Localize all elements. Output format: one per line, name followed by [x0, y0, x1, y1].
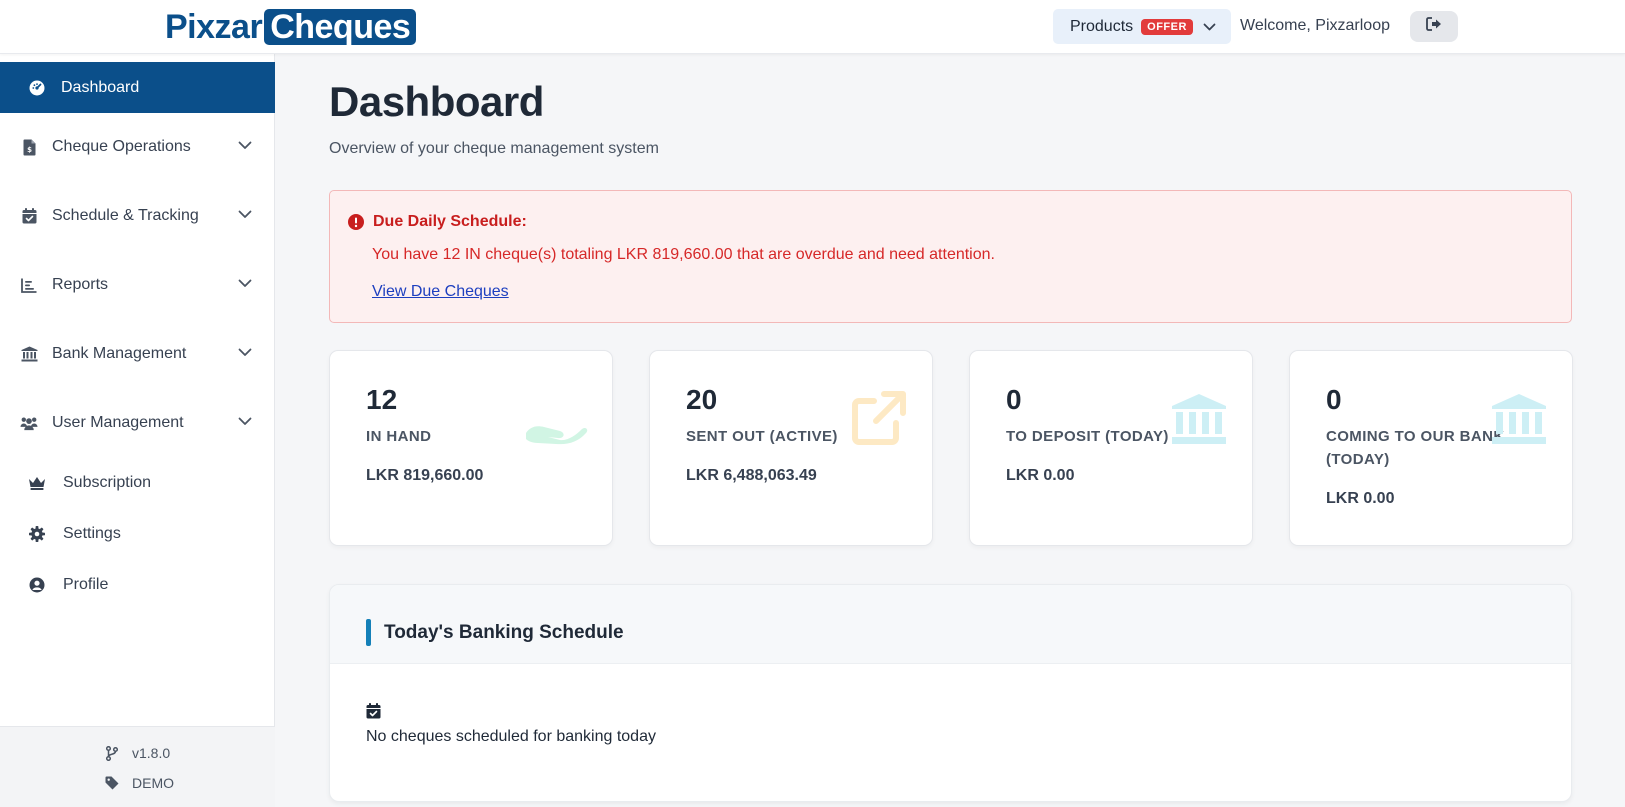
stat-card-in-hand[interactable]: 12 IN HAND LKR 819,660.00	[329, 350, 613, 546]
sidebar-item-label: Reports	[52, 276, 109, 293]
stat-count: 0	[1006, 384, 1022, 415]
version-label: v1.8.0	[132, 745, 171, 761]
chevron-down-icon	[238, 279, 252, 288]
alert-message: You have 12 IN cheque(s) totaling LKR 81…	[372, 246, 995, 263]
code-branch-icon	[105, 745, 119, 761]
sidebar-item-label: Bank Management	[52, 345, 187, 362]
stat-amount: LKR 819,660.00	[366, 467, 484, 484]
alert-title: Due Daily Schedule:	[373, 213, 527, 230]
sidebar-item-label: Schedule & Tracking	[52, 207, 199, 224]
schedule-empty-message: No cheques scheduled for banking today	[366, 728, 656, 745]
calendar-check-icon	[20, 208, 38, 224]
chevron-down-icon	[238, 210, 252, 219]
sidebar-item-user-management[interactable]: User Management	[0, 403, 275, 443]
page-title: Dashboard	[329, 78, 544, 125]
stat-card-coming-to-bank[interactable]: 0 COMING TO OUR BANK (TODAY) LKR 0.00	[1289, 350, 1573, 546]
stat-card-sent-out[interactable]: 20 SENT OUT (ACTIVE) LKR 6,488,063.49	[649, 350, 933, 546]
offer-badge: OFFER	[1141, 18, 1193, 35]
gear-icon	[28, 526, 46, 542]
welcome-text: Welcome, Pixzarloop	[1240, 17, 1390, 34]
due-schedule-alert: Due Daily Schedule: You have 12 IN chequ…	[329, 190, 1572, 323]
sidebar-item-label: Profile	[63, 576, 109, 593]
view-due-cheques-link[interactable]: View Due Cheques	[372, 283, 509, 301]
sidebar-item-schedule-tracking[interactable]: Schedule & Tracking	[0, 196, 275, 236]
crown-icon	[28, 476, 46, 490]
gauge-icon	[29, 80, 45, 96]
sidebar: Dashboard $ Cheque Operations Schedule &…	[0, 54, 275, 807]
sidebar-item-subscription[interactable]: Subscription	[0, 465, 275, 501]
svg-text:$: $	[27, 146, 32, 154]
chevron-down-icon	[238, 141, 252, 150]
users-icon	[20, 416, 38, 431]
stat-count: 12	[366, 384, 398, 415]
sidebar-item-reports[interactable]: Reports	[0, 265, 275, 305]
stat-amount: LKR 0.00	[1006, 467, 1075, 484]
sidebar-item-label: Settings	[63, 525, 121, 542]
sign-out-icon	[1426, 17, 1442, 36]
logout-button[interactable]	[1410, 11, 1458, 42]
bank-icon	[20, 346, 38, 362]
demo-info: DEMO	[105, 775, 174, 791]
sidebar-item-bank-management[interactable]: Bank Management	[0, 334, 275, 374]
chevron-down-icon	[1203, 23, 1216, 31]
demo-label: DEMO	[132, 775, 174, 791]
calendar-check-icon	[366, 703, 381, 719]
sidebar-item-label: Cheque Operations	[52, 138, 191, 155]
chevron-down-icon	[238, 348, 252, 357]
products-dropdown[interactable]: Products OFFER	[1053, 9, 1231, 44]
alert-heading: Due Daily Schedule:	[348, 213, 527, 231]
sidebar-item-label: User Management	[52, 414, 184, 431]
file-invoice-icon: $	[20, 139, 38, 156]
schedule-accent-bar	[366, 619, 371, 646]
stat-amount: LKR 0.00	[1326, 490, 1395, 507]
sidebar-item-profile[interactable]: Profile	[0, 567, 275, 603]
bank-icon	[1491, 393, 1547, 445]
sidebar-item-cheque-operations[interactable]: $ Cheque Operations	[0, 127, 275, 167]
chevron-down-icon	[238, 417, 252, 426]
stat-count: 20	[686, 384, 718, 415]
stat-card-to-deposit[interactable]: 0 TO DEPOSIT (TODAY) LKR 0.00	[969, 350, 1253, 546]
hand-holding-icon	[526, 421, 588, 445]
tag-icon	[105, 776, 119, 790]
products-label: Products	[1070, 17, 1134, 35]
banking-schedule-panel: Today's Banking Schedule No cheques sche…	[329, 584, 1572, 802]
bank-icon	[1171, 393, 1227, 445]
logo-text-cheques: Cheques	[264, 9, 417, 45]
sidebar-item-label: Subscription	[63, 474, 152, 491]
sidebar-item-dashboard[interactable]: Dashboard	[0, 62, 275, 113]
logo-text-pixzar: Pixzar	[165, 8, 263, 46]
page-subtitle: Overview of your cheque management syste…	[329, 140, 659, 157]
schedule-title: Today's Banking Schedule	[384, 622, 624, 643]
exclamation-circle-icon	[348, 214, 364, 230]
bar-chart-icon	[20, 278, 38, 293]
user-circle-icon	[28, 577, 46, 593]
external-link-icon	[852, 391, 906, 445]
stat-count: 0	[1326, 384, 1342, 415]
version-info: v1.8.0	[105, 745, 170, 761]
app-logo[interactable]: Pixzar Cheques	[165, 8, 417, 46]
sidebar-item-label: Dashboard	[61, 78, 140, 96]
sidebar-item-settings[interactable]: Settings	[0, 516, 275, 552]
stat-amount: LKR 6,488,063.49	[686, 467, 817, 484]
top-header: Pixzar Cheques Products OFFER Welcome, P…	[0, 0, 1625, 54]
sidebar-footer: v1.8.0 DEMO	[0, 726, 275, 807]
schedule-header: Today's Banking Schedule	[330, 585, 1571, 664]
